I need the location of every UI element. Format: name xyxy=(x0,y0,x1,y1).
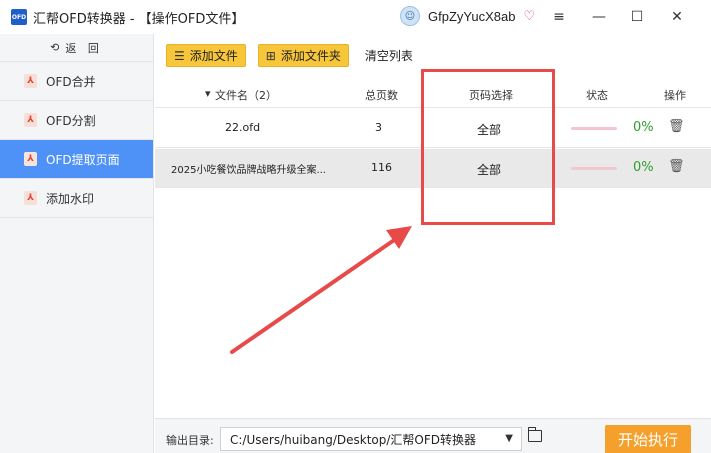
document-icon: ⅄ xyxy=(24,113,37,127)
app-logo-icon: OFD xyxy=(11,9,27,25)
toolbar: ☰ 添加文件 ⊞ 添加文件夹 清空列表 xyxy=(166,44,413,67)
menu-icon[interactable]: ≡ xyxy=(544,4,574,30)
row-filename: 22.ofd xyxy=(225,121,261,134)
sidebar-item-label: OFD提取页面 xyxy=(46,152,120,167)
sort-caret-icon[interactable]: ▾ xyxy=(205,87,211,100)
annotation-highlight-box xyxy=(421,69,555,225)
sidebar: ⟲ 返 回 ⅄ OFD合并 ⅄ OFD分割 ⅄ OFD提取页面 ⅄ 添加水印 xyxy=(0,34,154,453)
minimize-button[interactable]: — xyxy=(584,4,614,30)
username[interactable]: GfpZyYucX8ab xyxy=(428,9,515,24)
output-dir-label: 输出目录: xyxy=(166,434,214,447)
row-total-pages: 116 xyxy=(371,161,392,174)
clear-list-button[interactable]: 清空列表 xyxy=(365,47,413,64)
sidebar-item-ofd-extract-pages[interactable]: ⅄ OFD提取页面 xyxy=(0,140,153,179)
footer-bar: 输出目录: C:/Users/huibang/Desktop/汇帮OFD转换器 … xyxy=(155,418,711,453)
output-dir-value: C:/Users/huibang/Desktop/汇帮OFD转换器 xyxy=(230,432,477,447)
sidebar-item-label: OFD合并 xyxy=(46,74,96,89)
row-total-pages: 3 xyxy=(375,121,382,134)
add-folder-label: 添加文件夹 xyxy=(280,49,341,63)
column-filename[interactable]: 文件名（2） xyxy=(215,87,277,103)
progress-bar xyxy=(571,167,617,170)
close-button[interactable]: ✕ xyxy=(662,4,692,30)
sidebar-item-label: OFD分割 xyxy=(46,113,96,128)
progress-percent: 0% xyxy=(633,160,654,175)
back-label: 返 回 xyxy=(65,41,103,55)
folder-plus-icon: ⊞ xyxy=(265,48,276,63)
open-folder-icon[interactable] xyxy=(527,427,542,442)
progress-bar xyxy=(571,127,617,130)
file-list-icon: ☰ xyxy=(174,48,185,63)
trash-icon[interactable]: 🗑 xyxy=(668,159,685,174)
start-button[interactable]: 开始执行 xyxy=(605,425,691,453)
output-dir-select[interactable]: C:/Users/huibang/Desktop/汇帮OFD转换器 ▼ xyxy=(220,427,522,451)
maximize-button[interactable]: ☐ xyxy=(622,4,652,30)
progress-percent: 0% xyxy=(633,120,654,135)
sidebar-item-add-watermark[interactable]: ⅄ 添加水印 xyxy=(0,179,153,218)
sidebar-item-label: 添加水印 xyxy=(46,191,95,206)
document-icon: ⅄ xyxy=(24,191,37,205)
column-status: 状态 xyxy=(586,89,608,102)
dropdown-caret-icon: ▼ xyxy=(505,433,513,444)
document-icon: ⅄ xyxy=(24,74,37,88)
vip-heart-icon[interactable]: ♡ xyxy=(523,9,535,24)
user-area[interactable]: ☺ GfpZyYucX8ab ♡ xyxy=(400,6,535,26)
sidebar-item-ofd-split[interactable]: ⅄ OFD分割 xyxy=(0,101,153,140)
document-icon: ⅄ xyxy=(24,152,37,166)
avatar[interactable]: ☺ xyxy=(400,6,420,26)
column-total-pages: 总页数 xyxy=(365,89,398,102)
back-button[interactable]: ⟲ 返 回 xyxy=(0,34,153,62)
add-file-button[interactable]: ☰ 添加文件 xyxy=(166,44,246,67)
add-folder-button[interactable]: ⊞ 添加文件夹 xyxy=(257,44,349,67)
back-arrow-icon: ⟲ xyxy=(50,41,60,54)
sidebar-item-ofd-merge[interactable]: ⅄ OFD合并 xyxy=(0,62,153,101)
add-file-label: 添加文件 xyxy=(189,49,238,63)
window-title: 汇帮OFD转换器 - 【操作OFD文件】 xyxy=(33,11,245,27)
row-filename: 2025小吃餐饮品牌战略升级全案... xyxy=(171,165,326,176)
column-action: 操作 xyxy=(664,89,686,102)
trash-icon[interactable]: 🗑 xyxy=(668,119,685,134)
